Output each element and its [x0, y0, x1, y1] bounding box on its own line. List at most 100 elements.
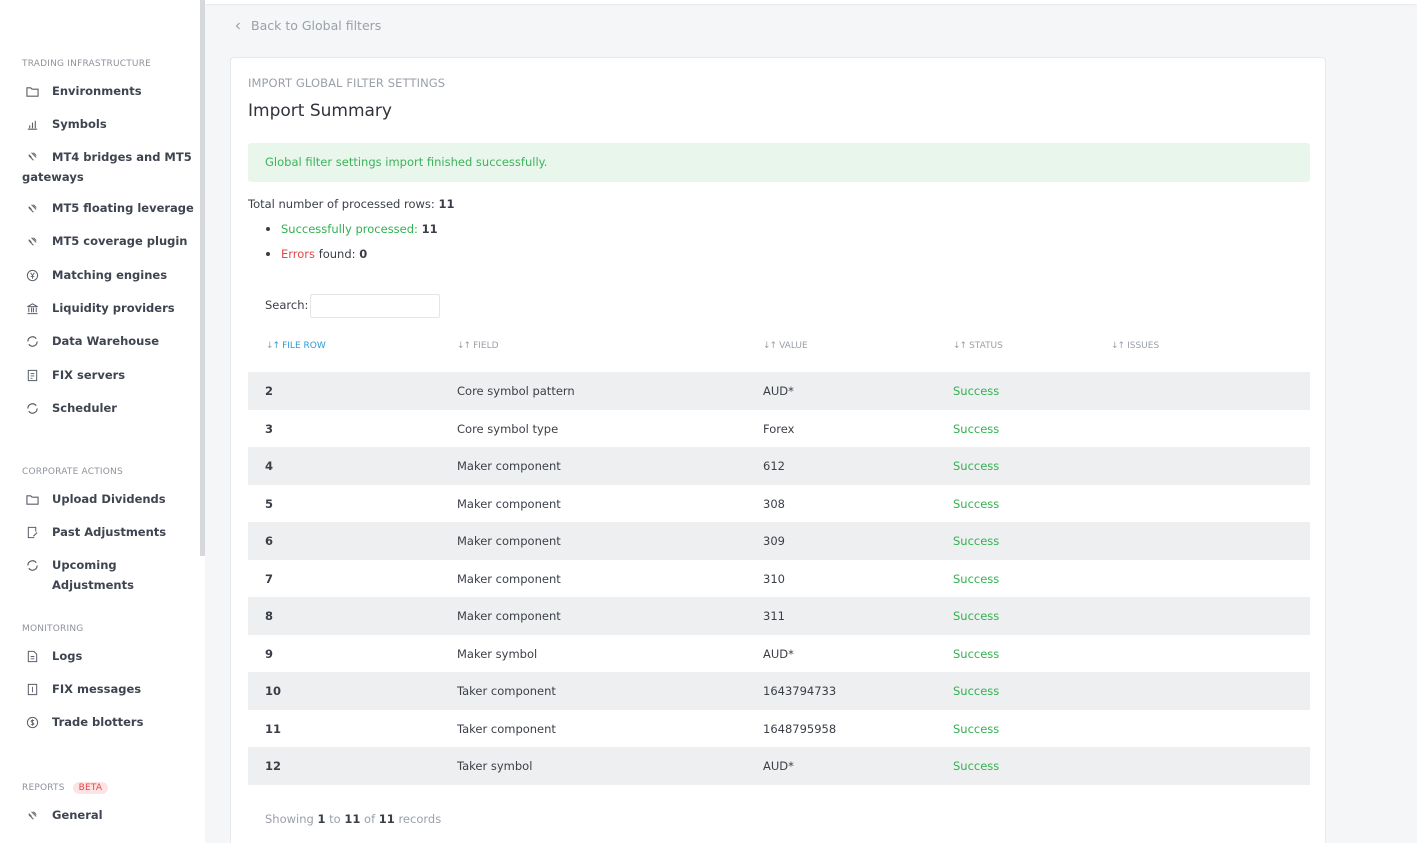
refresh-icon — [25, 334, 39, 348]
column-header-label: STATUS — [969, 341, 1003, 351]
sidebar-item-fix-messages[interactable]: FIX messages — [22, 679, 194, 699]
cell-field: Maker component — [457, 609, 561, 623]
sidebar-item-fix-servers[interactable]: FIX servers — [22, 365, 194, 385]
showing-to: 11 — [344, 812, 361, 826]
folder-icon — [25, 84, 39, 98]
cell-field: Core symbol pattern — [457, 384, 575, 398]
sidebar-item-mt4-bridges[interactable]: MT4 bridges and MT5 gateways — [22, 147, 194, 187]
column-header-file-row[interactable]: ↓↑ FILE ROW — [266, 341, 326, 351]
cell-value: AUD* — [763, 646, 794, 661]
bank-icon — [25, 301, 39, 315]
chevron-left-icon — [235, 22, 240, 29]
cell-status: Success — [953, 609, 1000, 623]
bullet — [266, 252, 270, 256]
sidebar-item-logs[interactable]: Logs — [22, 646, 194, 666]
cell-file-row: 3 — [265, 421, 274, 436]
sidebar-item-label: Past Adjustments — [52, 525, 167, 539]
bar-chart-icon — [25, 117, 39, 131]
table-row: 6 Maker component 309 Success — [248, 522, 1310, 560]
cell-field: Maker symbol — [457, 646, 538, 661]
doc-edit-icon — [25, 525, 39, 539]
refresh-icon — [25, 558, 39, 572]
table-row: 9 Maker symbol AUD* Success — [248, 635, 1310, 673]
sidebar-item-liquidity-providers[interactable]: Liquidity providers — [22, 298, 194, 318]
table-row: 5 Maker component 308 Success — [248, 485, 1310, 523]
refresh-icon — [25, 401, 39, 415]
sidebar-item-environments[interactable]: Environments — [22, 81, 194, 101]
sidebar-item-upload-dividends[interactable]: Upload Dividends — [22, 489, 194, 509]
sidebar-item-label: Logs — [52, 649, 83, 663]
cell-value: 1643794733 — [763, 684, 837, 698]
cell-field: Maker component — [457, 571, 561, 586]
to-word: to — [329, 812, 341, 826]
cell-file-row: 10 — [265, 684, 282, 698]
cell-field: Taker component — [457, 721, 556, 736]
column-header-status[interactable]: ↓↑ STATUS — [953, 341, 1003, 351]
cell-status: Success — [953, 684, 1000, 698]
sidebar-scrollbar-thumb[interactable] — [200, 0, 205, 556]
sidebar-item-label: Data Warehouse — [52, 334, 159, 348]
cell-field: Maker component — [457, 459, 561, 473]
total-rows-value: 11 — [438, 197, 455, 211]
pagination-info: Showing 1 to 11 of 11 records — [265, 812, 441, 826]
sidebar-item-upcoming-adjustments[interactable]: Upcoming Adjustments — [22, 555, 194, 595]
sidebar-item-mt5-coverage-plugin[interactable]: MT5 coverage plugin — [22, 231, 194, 251]
top-bar — [205, 0, 1417, 4]
sidebar-item-data-warehouse[interactable]: Data Warehouse — [22, 331, 194, 351]
page-title: Import Summary — [248, 101, 392, 121]
column-header-label: FILE ROW — [282, 341, 326, 351]
sidebar-item-trade-blotters[interactable]: Trade blotters — [22, 712, 194, 732]
sidebar-item-matching-engines[interactable]: Matching engines — [22, 265, 194, 285]
cell-value: AUD* — [763, 384, 794, 398]
cell-status: Success — [953, 384, 1000, 398]
sort-icon: ↓↑ — [457, 341, 471, 351]
sidebar-item-symbols[interactable]: Symbols — [22, 114, 194, 134]
column-header-field[interactable]: ↓↑ FIELD — [457, 341, 499, 351]
sidebar-item-past-adjustments[interactable]: Past Adjustments — [22, 522, 194, 542]
sidebar-item-label: Upcoming Adjustments — [52, 558, 134, 592]
cell-status: Success — [953, 421, 1000, 436]
back-link[interactable]: Back to Global filters — [234, 18, 381, 33]
cell-field: Taker symbol — [457, 759, 533, 773]
errors-suffix: found: — [318, 247, 356, 261]
sidebar-item-label: Trade blotters — [52, 715, 144, 729]
cell-file-row: 9 — [265, 646, 274, 661]
table-row: 12 Taker symbol AUD* Success — [248, 747, 1310, 785]
dollar-coin-icon — [25, 715, 39, 729]
showing-word: Showing — [265, 812, 314, 826]
column-header-label: ISSUES — [1127, 341, 1160, 351]
sidebar-item-label: Upload Dividends — [52, 492, 166, 506]
sidebar-item-general[interactable]: General — [22, 805, 194, 825]
sidebar-item-mt5-floating-leverage[interactable]: MT5 floating leverage — [22, 198, 194, 218]
sidebar-item-label: FIX messages — [52, 682, 142, 696]
fix-doc-icon — [25, 368, 39, 382]
search-input[interactable] — [310, 294, 440, 318]
link-icon — [25, 234, 39, 248]
yen-coin-icon — [25, 268, 39, 282]
cell-value: Forex — [763, 421, 795, 436]
column-header-value[interactable]: ↓↑ VALUE — [763, 341, 808, 351]
link-icon — [25, 201, 39, 215]
sidebar-item-label: General — [52, 808, 103, 822]
total-rows: Total number of processed rows: 11 — [248, 197, 454, 211]
cell-status: Success — [953, 534, 1000, 548]
sidebar-item-label: Liquidity providers — [52, 301, 175, 315]
sort-icon: ↓↑ — [266, 341, 280, 351]
table-row: 4 Maker component 612 Success — [248, 447, 1310, 485]
card-eyebrow: IMPORT GLOBAL FILTER SETTINGS — [248, 76, 446, 90]
cell-status: Success — [953, 571, 1000, 586]
column-header-issues[interactable]: ↓↑ ISSUES — [1111, 341, 1159, 351]
sidebar-item-label: MT5 floating leverage — [52, 201, 194, 215]
cell-file-row: 11 — [265, 721, 282, 736]
cell-file-row: 6 — [265, 534, 274, 548]
cell-value: 310 — [763, 571, 785, 586]
cell-file-row: 7 — [265, 571, 274, 586]
sidebar-item-label: Scheduler — [52, 401, 117, 415]
table-row: 2 Core symbol pattern AUD* Success — [248, 372, 1310, 410]
sidebar-item-label: Matching engines — [52, 268, 168, 282]
sort-icon: ↓↑ — [953, 341, 967, 351]
sidebar-item-scheduler[interactable]: Scheduler — [22, 398, 194, 418]
sidebar-item-label: MT4 bridges and MT5 gateways — [22, 150, 192, 184]
cell-field: Taker component — [457, 684, 556, 698]
table-row: 8 Maker component 311 Success — [248, 597, 1310, 635]
